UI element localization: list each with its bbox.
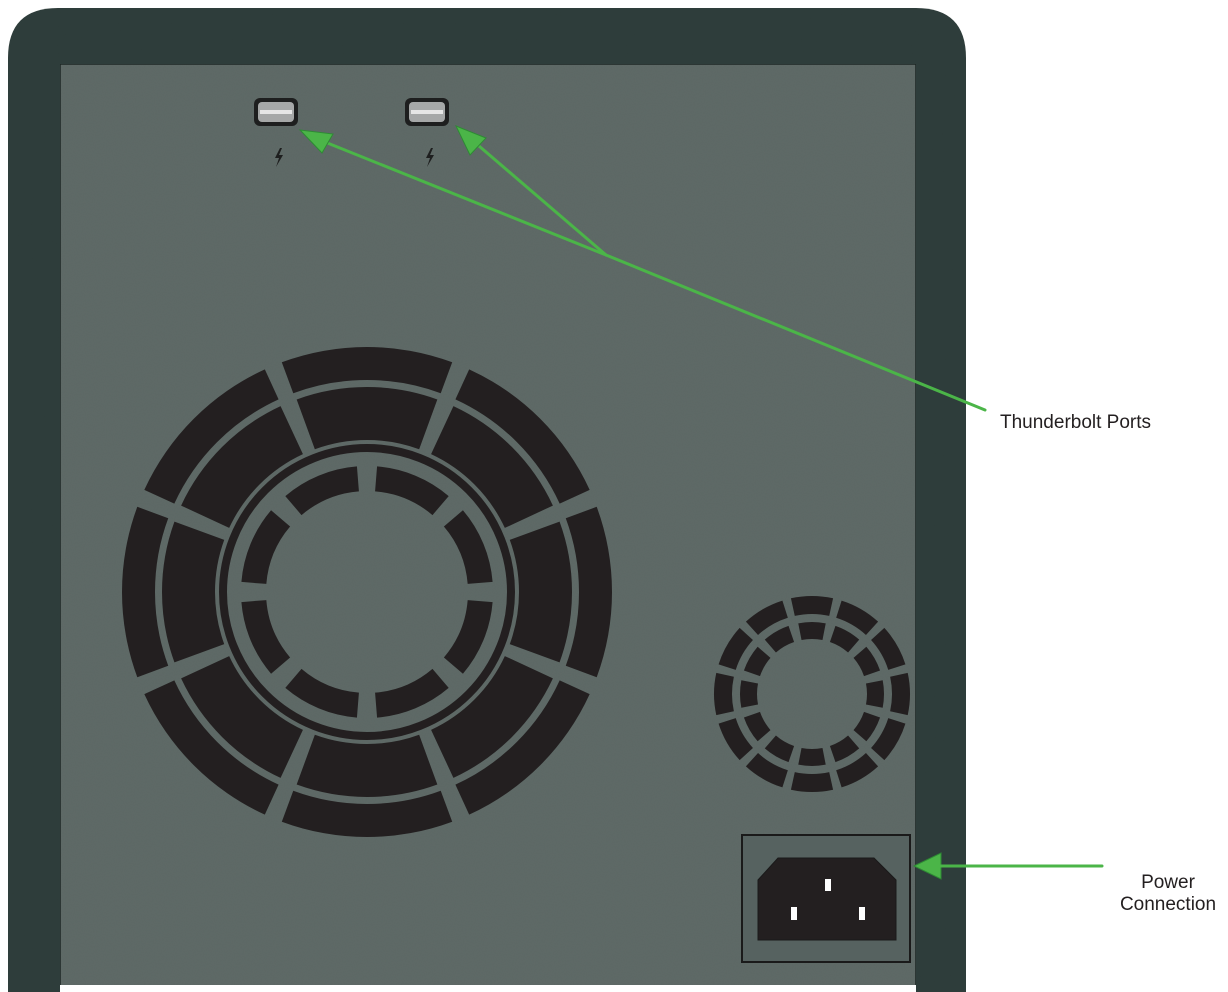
thunderbolt-ports-label: Thunderbolt Ports <box>1000 412 1152 433</box>
thunderbolt-port-1 <box>254 98 298 126</box>
vent-slot <box>296 387 438 450</box>
vent-slot <box>162 521 225 663</box>
panel-bottom-edge <box>60 985 916 992</box>
thunderbolt-port-2 <box>405 98 449 126</box>
power-label-line-2: Connection <box>1119 894 1217 915</box>
vent-slot <box>798 747 826 767</box>
vent-slot <box>798 622 826 641</box>
power-connection-label: Power Connection <box>1108 872 1228 916</box>
device-rear-diagram <box>8 8 1104 992</box>
iec-c14-power-inlet-icon <box>741 834 911 963</box>
vent-slot <box>740 680 759 708</box>
vent-slot <box>714 672 734 716</box>
vent-slot <box>509 521 573 663</box>
vent-slot <box>790 772 834 793</box>
vent-slot <box>890 672 911 716</box>
vent-slot <box>296 734 438 798</box>
vent-slot <box>790 595 834 616</box>
power-label-line-1: Power <box>1141 872 1195 893</box>
vent-slot <box>865 680 885 708</box>
